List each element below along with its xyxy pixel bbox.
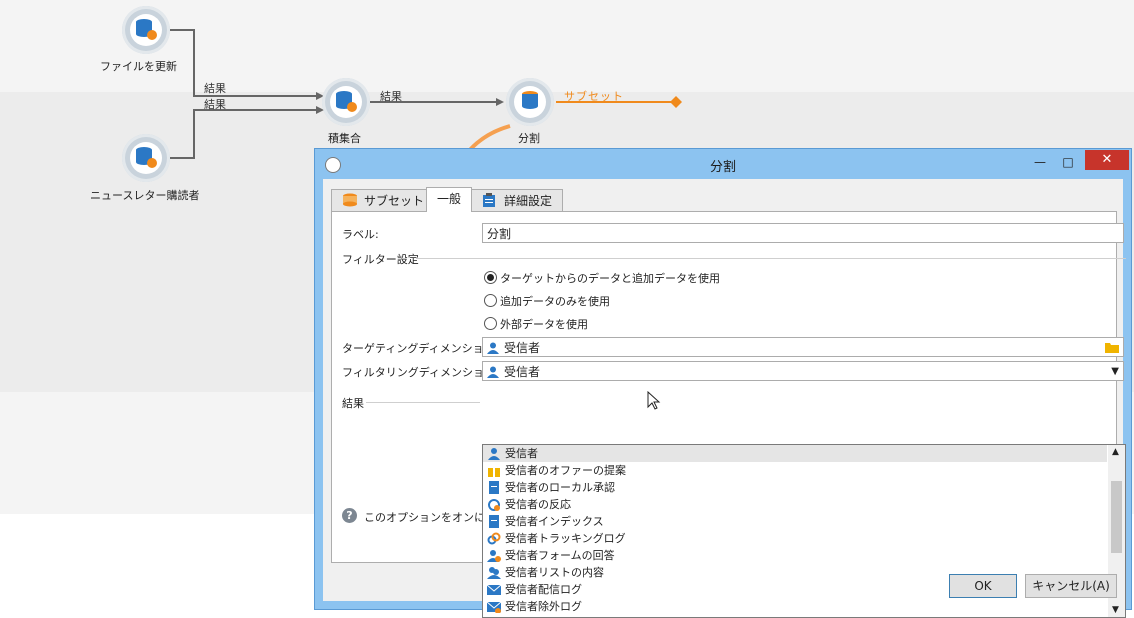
radio-target-and-extra[interactable]: ターゲットからのデータと追加データを使用 (484, 270, 720, 286)
person-form-icon (487, 550, 501, 562)
filtering-caption: フィルタリングディメンション: (342, 366, 499, 379)
close-button[interactable]: ✕ (1085, 150, 1129, 170)
radio-button-selected[interactable] (484, 271, 497, 284)
person-icon (487, 366, 499, 378)
dropdown-item[interactable]: 受信者のローカル承認 (483, 479, 1107, 496)
intersection-node[interactable] (322, 78, 370, 126)
cancel-button[interactable]: キャンセル(A) (1025, 574, 1117, 598)
radio-label: 追加データのみを使用 (500, 295, 610, 308)
database-icon (136, 19, 157, 40)
radio-extra-only[interactable]: 追加データのみを使用 (484, 293, 610, 309)
tab-general-label: 一般 (437, 192, 462, 206)
filtering-dimension-select[interactable]: 受信者 ▼ (482, 361, 1124, 381)
chevron-down-icon[interactable]: ▼ (1112, 605, 1119, 615)
filter-section-title: フィルター設定 (342, 253, 419, 266)
tab-subset[interactable]: サブセット (331, 189, 436, 212)
file-update-label: ファイルを更新 (100, 60, 177, 73)
dialog-title: 分割 (709, 160, 736, 175)
reaction-icon (488, 499, 500, 511)
tab-advanced[interactable]: 詳細設定 (471, 189, 564, 212)
newsletter-node[interactable] (122, 134, 170, 182)
split-icon (522, 91, 538, 109)
document-icon (489, 481, 499, 494)
clipboard-icon (483, 193, 495, 207)
result-label-1: 結果 (204, 82, 226, 95)
dropdown-item[interactable]: 受信者の反応 (483, 496, 1107, 513)
radio-external[interactable]: 外部データを使用 (484, 316, 588, 332)
people-icon (487, 567, 501, 579)
maximize-button[interactable]: □ (1055, 153, 1081, 171)
targeting-dimension-field[interactable]: 受信者 (482, 337, 1124, 357)
tab-advanced-label: 詳細設定 (504, 194, 553, 208)
filtering-value: 受信者 (504, 365, 541, 379)
newsletter-label: ニュースレター購読者 (90, 189, 200, 202)
document-icon (489, 515, 499, 528)
result-section-title: 結果 (342, 397, 364, 410)
general-panel: ラベル: 分割 フィルター設定 ターゲットからのデータと追加データを使用 追加デ… (331, 211, 1126, 618)
ok-button[interactable]: OK (949, 574, 1017, 598)
dropdown-item[interactable]: 受信者インデックス (483, 513, 1107, 530)
minimize-button[interactable]: — (1027, 153, 1053, 171)
result-label-3: 結果 (380, 90, 402, 103)
dropdown-item[interactable]: 受信者フォームの回答 (483, 547, 1107, 564)
chevron-up-icon[interactable]: ▲ (1112, 447, 1119, 457)
radio-button[interactable] (484, 294, 497, 307)
dropdown-item[interactable]: 受信者 (483, 445, 1107, 462)
radio-label: 外部データを使用 (500, 318, 588, 331)
label-caption: ラベル: (342, 228, 379, 241)
help-text: このオプションをオンにす (364, 511, 497, 524)
mouse-cursor-icon (647, 391, 661, 410)
person-icon (487, 342, 499, 354)
folder-icon[interactable] (1105, 342, 1119, 353)
tab-general[interactable]: 一般 (426, 187, 473, 212)
envelope-icon (487, 584, 501, 595)
intersection-label: 積集合 (328, 132, 361, 145)
label-input[interactable]: 分割 (482, 223, 1124, 243)
result-divider (366, 402, 480, 403)
database-icon (136, 147, 157, 168)
targeting-caption: ターゲティングディメンション: (342, 342, 499, 355)
dialog-titlebar[interactable]: 分割 — □ ✕ (315, 149, 1131, 179)
dialog-client: サブセット 一般 詳細設定 ラベル: 分割 フィルター設定 ターゲットからのデー… (323, 179, 1126, 618)
chevron-down-icon[interactable]: ▼ (1111, 362, 1119, 382)
file-update-node[interactable] (122, 6, 170, 54)
split-node[interactable] (506, 78, 554, 126)
person-icon (488, 448, 500, 460)
filter-divider (416, 258, 1126, 259)
split-label: 分割 (518, 132, 540, 145)
radio-label: ターゲットからのデータと追加データを使用 (500, 272, 720, 285)
help-icon: ? (342, 508, 357, 523)
link-icon (487, 532, 501, 545)
result-label-2: 結果 (204, 98, 226, 111)
scrollbar-thumb[interactable] (1111, 481, 1122, 553)
intersection-icon (336, 91, 357, 112)
radio-button[interactable] (484, 317, 497, 330)
targeting-value: 受信者 (504, 341, 541, 355)
dropdown-item[interactable]: 受信者トラッキングログ (483, 530, 1107, 547)
database-icon (343, 193, 357, 207)
dropdown-item[interactable]: 受信者除外ログ (483, 598, 1107, 615)
envelope-icon (487, 601, 501, 613)
subset-transition-label[interactable]: サブセット (564, 88, 624, 104)
dropdown-item[interactable]: 受信者のオファーの提案 (483, 462, 1107, 479)
split-dialog: 分割 — □ ✕ サブセット 一般 詳細設定 ラベル: 分割 フィルター設定 タ… (314, 148, 1132, 618)
tab-subset-label: サブセット (364, 194, 425, 208)
gift-icon (488, 468, 500, 477)
